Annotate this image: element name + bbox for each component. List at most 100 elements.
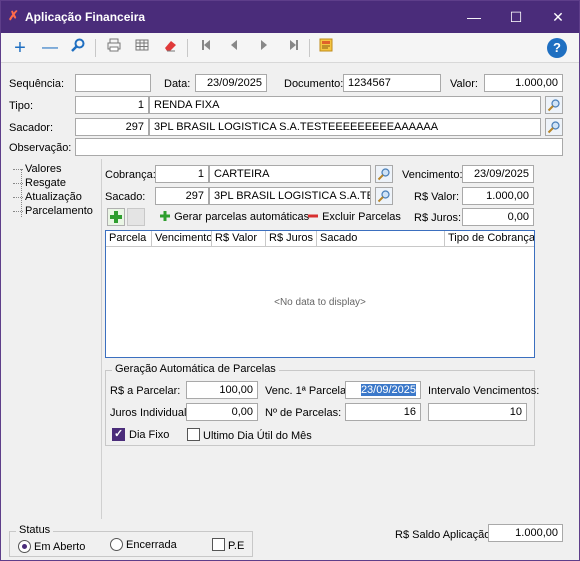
print-icon[interactable] bbox=[103, 37, 125, 59]
rs-parcelar-label: R$ a Parcelar: bbox=[110, 385, 181, 397]
status-title: Status bbox=[16, 524, 54, 536]
toolbar-separator bbox=[309, 39, 310, 57]
intervalo-field[interactable]: 10 bbox=[428, 403, 527, 421]
remove-icon[interactable]: — bbox=[39, 37, 61, 59]
minimize-button[interactable]: — bbox=[453, 1, 495, 33]
vencimento-label: Vencimento: bbox=[402, 169, 463, 181]
magnifier-icon bbox=[377, 190, 390, 203]
tree-item-valores[interactable]: Valores bbox=[9, 163, 61, 175]
excluir-parcelas-button[interactable]: Excluir Parcelas bbox=[307, 210, 401, 223]
grid-header: Parcela Vencimento R$ Valor R$ Juros Sac… bbox=[106, 231, 534, 247]
encerrada-label: Encerrada bbox=[126, 539, 177, 551]
magnifier-icon bbox=[547, 121, 560, 134]
observacao-label: Observação: bbox=[9, 142, 72, 154]
nparcelas-field[interactable]: 16 bbox=[345, 403, 421, 421]
add-parcela-button[interactable] bbox=[107, 208, 125, 226]
nparcelas-label: Nº de Parcelas: bbox=[265, 407, 342, 419]
close-button[interactable]: ✕ bbox=[537, 1, 579, 33]
intervalo-label: Intervalo Vencimentos: bbox=[428, 385, 540, 397]
grid-icon[interactable] bbox=[131, 37, 153, 59]
dia-fixo-checkbox[interactable] bbox=[112, 427, 125, 441]
valor-field[interactable]: 1.000,00 bbox=[484, 74, 563, 92]
cobranca-code-field[interactable]: 1 bbox=[155, 165, 209, 183]
toolbar: + — ? bbox=[1, 33, 579, 63]
sacado-lookup-button[interactable] bbox=[375, 187, 393, 205]
grid-column-header[interactable]: Tipo de Cobrança bbox=[445, 231, 534, 247]
juros-individual-field[interactable]: 0,00 bbox=[186, 403, 258, 421]
encerrada-radio[interactable] bbox=[110, 538, 123, 551]
vencimento-field[interactable]: 23/09/2025 bbox=[462, 165, 534, 183]
sequencia-field[interactable] bbox=[75, 74, 151, 92]
tipo-code-field[interactable]: 1 bbox=[75, 96, 149, 114]
saldo-field[interactable]: 1.000,00 bbox=[488, 524, 563, 542]
ultimo-dia-label: Ultimo Dia Útil do Mês bbox=[203, 430, 312, 442]
venc-primeira-field[interactable]: 23/09/2025 bbox=[345, 381, 421, 399]
juros-individual-label: Juros Individual: bbox=[110, 407, 190, 419]
cobranca-lookup-button[interactable] bbox=[375, 165, 393, 183]
previous-record-icon[interactable] bbox=[223, 37, 245, 59]
app-logo-icon: ✗ bbox=[8, 8, 19, 23]
tree-item-parcelamento[interactable]: Parcelamento bbox=[9, 205, 93, 217]
main-window: ✗ Aplicação Financeira — ☐ ✕ + — ? Sequê… bbox=[0, 0, 580, 561]
cobranca-label: Cobrança: bbox=[105, 169, 156, 181]
title-bar: ✗ Aplicação Financeira — ☐ ✕ bbox=[1, 1, 579, 33]
search-icon[interactable] bbox=[67, 37, 89, 59]
auto-parcelas-title: Geração Automática de Parcelas bbox=[112, 363, 279, 375]
tipo-name-field[interactable]: RENDA FIXA bbox=[149, 96, 541, 114]
rs-juros-field[interactable]: 0,00 bbox=[462, 208, 534, 226]
venc-primeira-label: Venc. 1ª Parcela: bbox=[265, 385, 350, 397]
grid-column-header[interactable]: R$ Valor bbox=[212, 231, 266, 247]
rs-juros-label: R$ Juros: bbox=[414, 212, 462, 224]
ultimo-dia-checkbox[interactable] bbox=[187, 428, 200, 441]
maximize-button[interactable]: ☐ bbox=[495, 1, 537, 33]
blank-toolbar-button[interactable] bbox=[127, 208, 145, 226]
last-record-icon[interactable] bbox=[283, 37, 305, 59]
eraser-icon[interactable] bbox=[159, 37, 181, 59]
documento-label: Documento: bbox=[284, 78, 344, 90]
add-icon[interactable]: + bbox=[9, 37, 31, 59]
cobranca-name-field[interactable]: CARTEIRA bbox=[209, 165, 371, 183]
rs-valor-label: R$ Valor: bbox=[414, 191, 460, 203]
next-record-icon[interactable] bbox=[253, 37, 275, 59]
grid-column-header[interactable]: R$ Juros bbox=[266, 231, 317, 247]
tipo-label: Tipo: bbox=[9, 100, 34, 112]
rs-valor-field[interactable]: 1.000,00 bbox=[462, 187, 534, 205]
sacador-lookup-button[interactable] bbox=[545, 118, 563, 136]
documento-field[interactable]: 1234567 bbox=[343, 74, 441, 92]
gerar-parcelas-button[interactable]: Gerar parcelas automáticas bbox=[159, 210, 309, 223]
gerar-parcelas-label: Gerar parcelas automáticas bbox=[174, 211, 310, 223]
parcelas-grid[interactable]: Parcela Vencimento R$ Valor R$ Juros Sac… bbox=[105, 230, 535, 358]
dia-fixo-label: Dia Fixo bbox=[129, 429, 170, 441]
observacao-field[interactable] bbox=[75, 138, 563, 156]
sacado-label: Sacado: bbox=[105, 191, 146, 203]
magnifier-icon bbox=[547, 99, 560, 112]
minus-icon bbox=[308, 214, 318, 218]
em-aberto-radio[interactable] bbox=[18, 540, 31, 553]
pe-checkbox[interactable] bbox=[212, 538, 225, 551]
first-record-icon[interactable] bbox=[195, 37, 217, 59]
toolbar-separator bbox=[95, 39, 96, 57]
help-icon[interactable]: ? bbox=[547, 38, 567, 58]
toolbar-separator bbox=[187, 39, 188, 57]
report-icon[interactable] bbox=[315, 37, 337, 59]
window-title: Aplicação Financeira bbox=[25, 10, 146, 24]
section-tree: Valores Resgate Atualização Parcelamento bbox=[9, 161, 99, 516]
tipo-lookup-button[interactable] bbox=[545, 96, 563, 114]
grid-column-header[interactable]: Sacado bbox=[317, 231, 445, 247]
tree-item-resgate[interactable]: Resgate bbox=[9, 177, 66, 189]
grid-column-header[interactable]: Vencimento bbox=[152, 231, 212, 247]
sacado-name-field[interactable]: 3PL BRASIL LOGISTICA S.A.TESTEE bbox=[209, 187, 371, 205]
sacador-name-field[interactable]: 3PL BRASIL LOGISTICA S.A.TESTEEEEEEEEEAA… bbox=[149, 118, 541, 136]
sacador-code-field[interactable]: 297 bbox=[75, 118, 149, 136]
grid-column-header[interactable]: Parcela bbox=[106, 231, 152, 247]
plus-icon bbox=[110, 211, 122, 223]
excluir-parcelas-label: Excluir Parcelas bbox=[322, 211, 401, 223]
pe-label: P.E bbox=[228, 540, 245, 552]
plus-icon bbox=[160, 211, 170, 221]
sacado-code-field[interactable]: 297 bbox=[155, 187, 209, 205]
saldo-label: R$ Saldo Aplicação: bbox=[395, 529, 494, 541]
data-field[interactable]: 23/09/2025 bbox=[195, 74, 267, 92]
em-aberto-label: Em Aberto bbox=[34, 541, 86, 553]
rs-parcelar-field[interactable]: 100,00 bbox=[186, 381, 258, 399]
tree-item-atualizacao[interactable]: Atualização bbox=[9, 191, 82, 203]
